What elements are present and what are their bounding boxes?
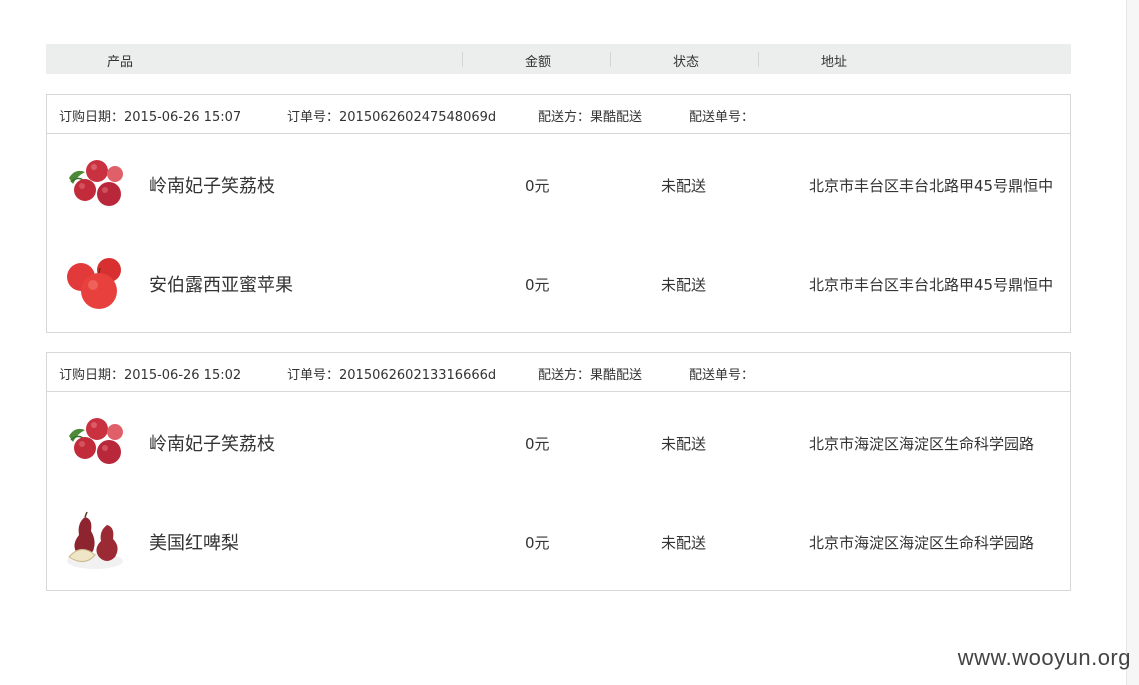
column-amount: 金额 <box>525 55 552 70</box>
order-shipper: 配送方：果酷配送 <box>538 110 643 125</box>
column-divider <box>610 52 611 67</box>
item-status: 未配送 <box>661 435 707 453</box>
order-number[interactable]: 订单号：201506260247548069d <box>287 106 496 125</box>
item-address: 北京市海淀区海淀区生命科学园路 <box>809 435 1035 453</box>
item-amount: 0元 <box>525 177 550 195</box>
order-item-row: 美国红啤梨 0元 未配送 北京市海淀区海淀区生命科学园路 <box>47 491 1070 590</box>
item-status: 未配送 <box>661 276 707 294</box>
item-address: 北京市丰台区丰台北路甲45号鼎恒中 <box>809 276 1054 294</box>
order-header: 订购日期：2015-06-26 15:02 订单号：20150626021331… <box>47 353 1070 392</box>
column-divider <box>758 52 759 67</box>
apple-icon[interactable] <box>63 253 127 313</box>
item-address: 北京市丰台区丰台北路甲45号鼎恒中 <box>809 177 1054 195</box>
column-status: 状态 <box>673 55 700 70</box>
order-header: 订购日期：2015-06-26 15:07 订单号：20150626024754… <box>47 95 1070 134</box>
product-name[interactable]: 岭南妃子笑荔枝 <box>149 430 275 456</box>
item-amount: 0元 <box>525 534 550 552</box>
order-card: 订购日期：2015-06-26 15:07 订单号：20150626024754… <box>46 94 1071 333</box>
product-name[interactable]: 安伯露西亚蜜苹果 <box>149 271 293 297</box>
item-amount: 0元 <box>525 276 550 294</box>
order-tracking-number: 配送单号： <box>689 368 755 383</box>
column-divider <box>462 52 463 67</box>
item-amount: 0元 <box>525 435 550 453</box>
vertical-scrollbar[interactable] <box>1126 0 1139 685</box>
order-number[interactable]: 订单号：201506260213316666d <box>287 364 496 383</box>
column-product: 产品 <box>107 55 134 70</box>
lychee-icon[interactable] <box>63 154 127 214</box>
order-date: 订购日期：2015-06-26 15:02 <box>59 368 242 383</box>
order-card: 订购日期：2015-06-26 15:02 订单号：20150626021331… <box>46 352 1071 591</box>
order-date: 订购日期：2015-06-26 15:07 <box>59 110 242 125</box>
page: 产品 金额 状态 地址 订购日期：2015-06-26 15:07 订单号：20… <box>0 0 1139 685</box>
watermark: www.wooyun.org <box>957 645 1131 670</box>
order-item-row: 安伯露西亚蜜苹果 0元 未配送 北京市丰台区丰台北路甲45号鼎恒中 <box>47 233 1070 332</box>
product-name[interactable]: 岭南妃子笑荔枝 <box>149 172 275 198</box>
lychee-icon[interactable] <box>63 412 127 472</box>
item-address: 北京市海淀区海淀区生命科学园路 <box>809 534 1035 552</box>
pear-icon[interactable] <box>63 511 127 571</box>
table-header: 产品 金额 状态 地址 <box>46 44 1071 74</box>
order-shipper: 配送方：果酷配送 <box>538 368 643 383</box>
product-name[interactable]: 美国红啤梨 <box>149 529 239 555</box>
order-tracking-number: 配送单号： <box>689 110 755 125</box>
column-address: 地址 <box>821 55 848 70</box>
order-item-row: 岭南妃子笑荔枝 0元 未配送 北京市海淀区海淀区生命科学园路 <box>47 392 1070 491</box>
item-status: 未配送 <box>661 534 707 552</box>
item-status: 未配送 <box>661 177 707 195</box>
order-item-row: 岭南妃子笑荔枝 0元 未配送 北京市丰台区丰台北路甲45号鼎恒中 <box>47 134 1070 233</box>
